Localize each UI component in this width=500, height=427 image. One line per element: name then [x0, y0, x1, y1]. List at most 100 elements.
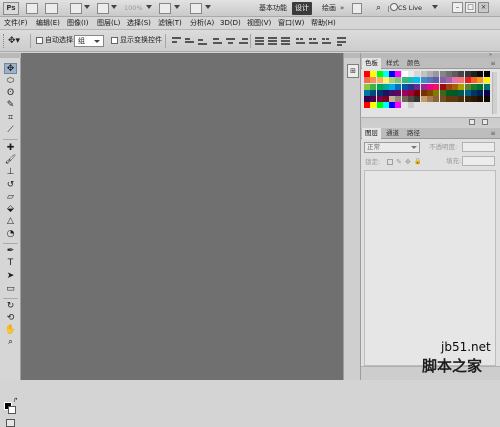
color-swatch[interactable] — [364, 96, 370, 103]
color-swatch[interactable] — [395, 102, 402, 109]
color-swatch[interactable] — [364, 89, 370, 96]
marquee-tool-icon[interactable]: ⬭ — [4, 76, 17, 87]
color-swatch[interactable] — [376, 83, 383, 90]
align-left-icon[interactable] — [212, 36, 223, 46]
color-swatch[interactable] — [382, 96, 389, 103]
screen-mode-icon[interactable] — [190, 3, 202, 14]
color-swatch[interactable] — [458, 89, 465, 96]
clone-stamp-tool-icon[interactable]: ⊥ — [4, 167, 17, 178]
panel-menu-icon[interactable]: ≡ — [488, 130, 498, 137]
document-canvas-area[interactable] — [21, 53, 343, 380]
color-swatch[interactable] — [464, 96, 471, 103]
history-panel-icon[interactable]: ⊞ — [347, 64, 359, 78]
lock-position-icon[interactable]: ✥ — [405, 158, 411, 166]
color-swatch[interactable] — [395, 71, 402, 77]
tab-swatches[interactable]: 色板 — [362, 58, 381, 69]
color-swatch[interactable] — [376, 102, 383, 109]
color-swatch[interactable] — [395, 89, 402, 96]
color-swatch[interactable] — [364, 83, 370, 90]
panel-menu-icon[interactable]: ≡ — [488, 60, 498, 67]
color-swatch[interactable] — [445, 89, 452, 96]
swatches-scrollbar[interactable] — [492, 72, 497, 114]
lock-all-icon[interactable]: 🔒 — [414, 158, 421, 166]
menu-help[interactable]: 帮助(H) — [311, 18, 336, 29]
align-top-icon[interactable] — [171, 36, 182, 46]
color-swatch[interactable] — [401, 89, 408, 96]
color-swatch[interactable] — [452, 89, 459, 96]
menu-layer[interactable]: 图层(L) — [97, 18, 120, 29]
distribute-left-icon[interactable] — [295, 36, 306, 46]
color-swatch[interactable] — [433, 77, 440, 84]
chevron-down-icon[interactable] — [205, 5, 211, 9]
quick-mask-icon[interactable] — [6, 419, 15, 427]
color-swatch[interactable] — [395, 96, 402, 103]
color-swatch[interactable] — [458, 71, 465, 77]
align-right-icon[interactable] — [238, 36, 249, 46]
color-swatch[interactable] — [401, 96, 408, 103]
color-swatch[interactable] — [376, 77, 383, 84]
color-swatch[interactable] — [364, 102, 370, 109]
color-swatch[interactable] — [433, 96, 440, 103]
color-swatch[interactable] — [452, 77, 459, 84]
color-swatch[interactable] — [445, 71, 452, 77]
cs-live-icon[interactable] — [390, 3, 398, 11]
color-swatch[interactable] — [401, 71, 408, 77]
color-swatch[interactable] — [471, 89, 478, 96]
color-swatch[interactable] — [389, 83, 396, 90]
color-swatch[interactable] — [464, 89, 471, 96]
search-icon[interactable]: ⌕ — [376, 3, 387, 14]
color-swatch[interactable] — [452, 96, 459, 103]
move-tool-preset-icon[interactable]: ✥▾ — [8, 35, 26, 47]
brush-tool-icon[interactable]: 🖌 — [4, 155, 17, 166]
color-swatch[interactable] — [376, 71, 383, 77]
distribute-bottom-icon[interactable] — [280, 36, 291, 46]
tab-styles[interactable]: 样式 — [383, 58, 402, 69]
workspace-design[interactable]: 设计 — [292, 2, 312, 15]
color-swatch[interactable] — [483, 89, 490, 96]
color-swatch[interactable] — [370, 89, 377, 96]
color-swatch[interactable] — [439, 71, 446, 77]
opacity-field[interactable] — [462, 142, 495, 152]
color-swatch[interactable] — [376, 89, 383, 96]
fill-field[interactable] — [462, 156, 495, 166]
color-swatch[interactable] — [401, 83, 408, 90]
color-swatch[interactable] — [458, 96, 465, 103]
show-transform-controls-checkbox[interactable] — [111, 37, 118, 44]
bridge-icon[interactable] — [26, 3, 38, 14]
color-swatch[interactable] — [483, 83, 490, 90]
crop-tool-icon[interactable]: ⌗ — [4, 113, 17, 124]
lock-transparent-pixels-icon[interactable] — [387, 159, 393, 165]
chevron-down-icon[interactable] — [174, 5, 180, 9]
color-swatch[interactable] — [464, 71, 471, 77]
color-swatch[interactable] — [389, 102, 396, 109]
cs-live-label[interactable]: CS Live — [398, 2, 422, 15]
color-swatch[interactable] — [477, 83, 484, 90]
color-swatch[interactable] — [414, 96, 421, 103]
chevron-down-icon[interactable] — [432, 5, 438, 9]
more-workspaces-icon[interactable]: » — [340, 5, 344, 12]
workspace-essentials[interactable]: 基本功能 — [256, 2, 290, 15]
color-swatch[interactable] — [471, 96, 478, 103]
3d-rotate-tool-icon[interactable]: ↻ — [4, 301, 17, 312]
swatch-grid[interactable] — [364, 71, 490, 119]
color-swatch[interactable] — [370, 71, 377, 77]
distribute-vertical-center-icon[interactable] — [267, 36, 278, 46]
color-swatch[interactable] — [445, 96, 452, 103]
color-swatch[interactable] — [408, 71, 415, 77]
color-swatch[interactable] — [414, 77, 421, 84]
color-swatch[interactable] — [477, 71, 484, 77]
color-swatch[interactable] — [426, 77, 433, 84]
tools-panel-header[interactable] — [0, 53, 21, 58]
color-swatch[interactable] — [477, 77, 484, 84]
color-swatch[interactable] — [471, 77, 478, 84]
color-swatch[interactable] — [483, 71, 490, 77]
color-swatch[interactable] — [370, 96, 377, 103]
blur-tool-icon[interactable]: △ — [4, 216, 17, 227]
color-swatch[interactable] — [382, 102, 389, 109]
color-swatch[interactable] — [420, 77, 427, 84]
menu-image[interactable]: 图像(I) — [67, 18, 89, 29]
hand-tool-icon[interactable]: ✋ — [4, 325, 17, 336]
color-swatch[interactable] — [382, 83, 389, 90]
color-swatch[interactable] — [370, 77, 377, 84]
workspace-painting[interactable]: 绘画 — [319, 2, 339, 15]
